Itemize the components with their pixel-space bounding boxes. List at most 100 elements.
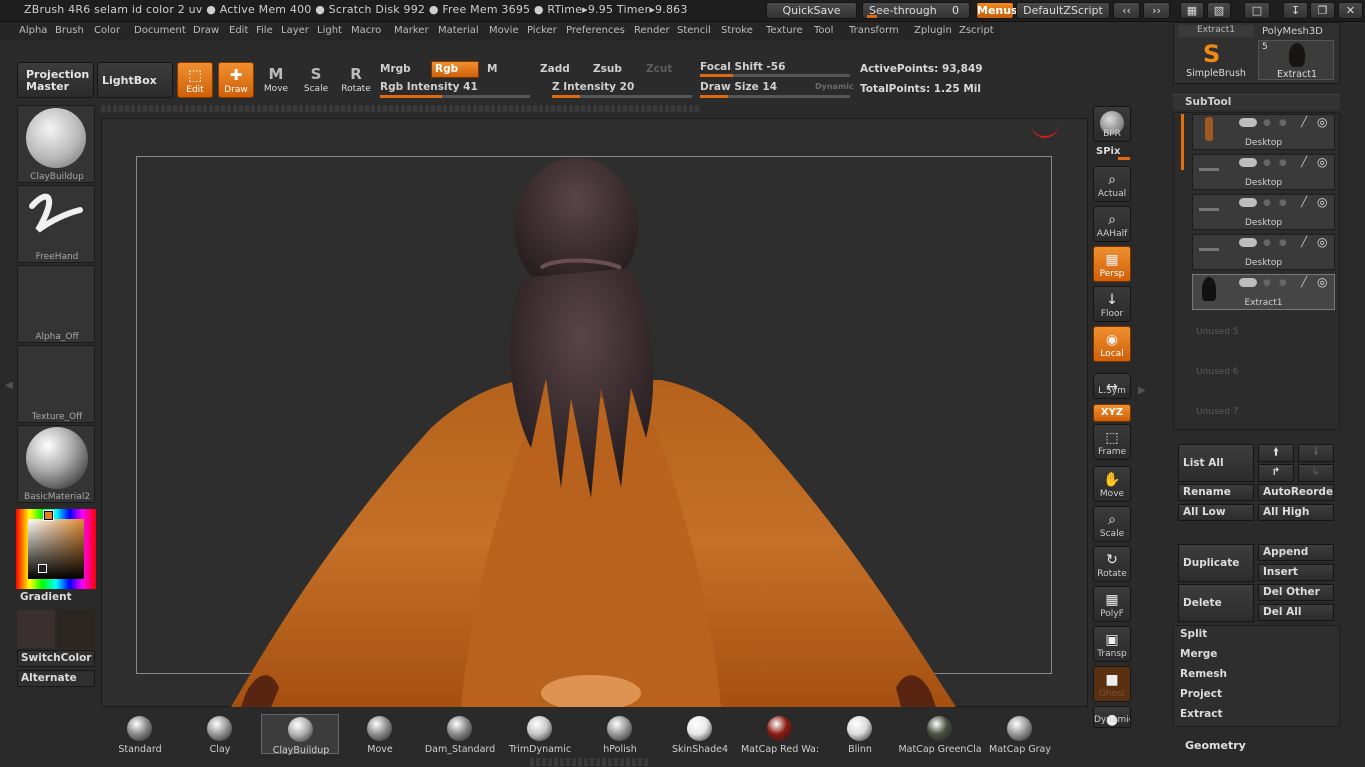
projection-master-button[interactable]: Projection Master bbox=[17, 62, 94, 98]
move-button[interactable]: ✋ Move bbox=[1093, 466, 1131, 502]
menus-button[interactable]: Menus bbox=[976, 2, 1018, 19]
subtool-item[interactable]: ●● ╱ ◎ Desktop bbox=[1192, 194, 1335, 230]
bpr-button[interactable]: ●BPR bbox=[1093, 106, 1131, 142]
color-picker[interactable] bbox=[16, 509, 96, 589]
actual-button[interactable]: ⌕ Actual bbox=[1093, 166, 1131, 202]
menu-picker[interactable]: Picker bbox=[527, 25, 557, 36]
menu-draw[interactable]: Draw bbox=[193, 25, 219, 36]
menu-file[interactable]: File bbox=[256, 25, 273, 36]
menu-texture[interactable]: Texture bbox=[766, 25, 803, 36]
aahalf-button[interactable]: ⌕ AAHalf bbox=[1093, 206, 1131, 242]
layout-icon[interactable]: ▦ bbox=[1180, 2, 1204, 19]
subtool-visibility-eye-icon[interactable]: ◎ bbox=[1317, 155, 1327, 169]
rotate-tool-button[interactable]: R Rotate bbox=[338, 62, 374, 98]
material-item[interactable]: MatCap GreenCla bbox=[898, 714, 982, 755]
close-icon[interactable]: ✕ bbox=[1338, 2, 1363, 19]
texture-slot[interactable]: Texture_Off bbox=[17, 345, 95, 423]
material-item[interactable]: Standard bbox=[101, 714, 179, 755]
project-subpalette[interactable]: Project bbox=[1180, 688, 1222, 700]
arrow-right-down-icon[interactable]: ↳ bbox=[1298, 464, 1334, 482]
material-item[interactable]: MatCap Gray bbox=[981, 714, 1059, 755]
alpha-slot[interactable]: Alpha_Off bbox=[17, 265, 95, 343]
all-high-button[interactable]: All High bbox=[1258, 504, 1334, 521]
subtool-item[interactable]: ●● ╱ ◎ Extract1 bbox=[1192, 274, 1335, 310]
menu-layer[interactable]: Layer bbox=[281, 25, 309, 36]
menu-zplugin[interactable]: Zplugin bbox=[914, 25, 952, 36]
right-collapse-icon[interactable]: ▶ bbox=[1138, 385, 1146, 396]
menu-material[interactable]: Material bbox=[438, 25, 479, 36]
xyz-button[interactable]: XYZ bbox=[1093, 404, 1131, 422]
material-slot[interactable]: BasicMaterial2 bbox=[17, 425, 95, 503]
see-through-slider[interactable]: See-through 0 bbox=[862, 2, 970, 19]
layout-alt-icon[interactable]: ▧ bbox=[1207, 2, 1231, 19]
subtool-scrollbar[interactable] bbox=[1181, 114, 1184, 170]
subtool-polypaint-icon[interactable]: ╱ bbox=[1301, 157, 1307, 168]
gradient-button[interactable]: Gradient bbox=[17, 590, 95, 607]
extract-subpalette[interactable]: Extract bbox=[1180, 708, 1222, 720]
menu-stroke[interactable]: Stroke bbox=[721, 25, 753, 36]
menu-zscript[interactable]: Zscript bbox=[959, 25, 994, 36]
alternate-button[interactable]: Alternate bbox=[17, 670, 95, 687]
dynamic-button[interactable]: ● Dynamic bbox=[1093, 706, 1131, 728]
lsym-button[interactable]: ↔ L.Sym bbox=[1093, 373, 1131, 399]
stroke-slot[interactable]: FreeHand bbox=[17, 185, 95, 263]
main-color-swatch[interactable] bbox=[17, 610, 55, 648]
material-item[interactable]: ClayBuildup bbox=[261, 714, 339, 756]
material-item[interactable]: hPolish bbox=[581, 714, 659, 755]
menu-preferences[interactable]: Preferences bbox=[566, 25, 625, 36]
subtool-toggle-icon[interactable] bbox=[1239, 158, 1257, 167]
del-other-button[interactable]: Del Other bbox=[1258, 584, 1334, 601]
floor-button[interactable]: ↓ Floor bbox=[1093, 286, 1131, 322]
local-button[interactable]: ◉ Local bbox=[1093, 326, 1131, 362]
move-down-icon[interactable]: 🠛 bbox=[1298, 444, 1334, 462]
restore-icon[interactable]: ❐ bbox=[1310, 2, 1335, 19]
subtool-visibility-eye-icon[interactable]: ◎ bbox=[1317, 115, 1327, 129]
focal-shift-slider[interactable]: Focal Shift -56 bbox=[700, 61, 785, 73]
material-item[interactable]: TrimDynamic bbox=[501, 714, 579, 755]
menu-stencil[interactable]: Stencil bbox=[677, 25, 711, 36]
list-all-button[interactable]: List All bbox=[1178, 444, 1254, 482]
delete-button[interactable]: Delete bbox=[1178, 584, 1254, 622]
hue-marker[interactable] bbox=[43, 510, 54, 521]
subtool-polypaint-icon[interactable]: ╱ bbox=[1301, 237, 1307, 248]
dynamic-toggle[interactable]: Dynamic bbox=[815, 82, 854, 91]
autoreorder-button[interactable]: AutoReorder bbox=[1258, 484, 1334, 501]
subtool-options-icon[interactable]: ●● bbox=[1263, 238, 1295, 248]
m-button[interactable]: M bbox=[487, 63, 497, 75]
minimize-icon[interactable]: ↧ bbox=[1283, 2, 1308, 19]
subtool-item[interactable]: ●● ╱ ◎ Desktop bbox=[1192, 234, 1335, 270]
subtool-toggle-icon[interactable] bbox=[1239, 278, 1257, 287]
material-item[interactable]: SkinShade4 bbox=[661, 714, 739, 755]
subtool-options-icon[interactable]: ●● bbox=[1263, 158, 1295, 168]
append-button[interactable]: Append bbox=[1258, 544, 1334, 561]
zsub-button[interactable]: Zsub bbox=[593, 63, 622, 75]
rotate-button[interactable]: ↻ Rotate bbox=[1093, 546, 1131, 582]
scale-button[interactable]: ⌕ Scale bbox=[1093, 506, 1131, 542]
sv-marker[interactable] bbox=[38, 564, 47, 573]
subtool-polypaint-icon[interactable]: ╱ bbox=[1301, 117, 1307, 128]
menu-marker[interactable]: Marker bbox=[394, 25, 429, 36]
brush-slot[interactable]: ClayBuildup bbox=[17, 105, 95, 183]
move-tool-button[interactable]: M Move bbox=[258, 62, 294, 98]
z-intensity-slider[interactable]: Z Intensity 20 bbox=[552, 81, 634, 93]
subtool-toggle-icon[interactable] bbox=[1239, 198, 1257, 207]
bottom-collapse-handle[interactable] bbox=[530, 758, 650, 766]
hide-left-icon[interactable]: ‹‹ bbox=[1113, 2, 1140, 19]
move-up-icon[interactable]: 🠙 bbox=[1258, 444, 1294, 462]
subtool-options-icon[interactable]: ●● bbox=[1263, 198, 1295, 208]
lightbox-button[interactable]: LightBox bbox=[97, 62, 173, 98]
rgb-intensity-slider[interactable]: Rgb Intensity 41 bbox=[380, 81, 478, 93]
subtool-item[interactable]: ●● ╱ ◎ Desktop bbox=[1192, 114, 1335, 150]
subtool-unused-slot[interactable]: Unused 7 bbox=[1196, 407, 1239, 417]
material-item[interactable]: Blinn bbox=[821, 714, 899, 755]
menu-render[interactable]: Render bbox=[634, 25, 670, 36]
material-item[interactable]: Dam_Standard bbox=[421, 714, 499, 755]
ghost-button[interactable]: ■ Ghost bbox=[1093, 666, 1131, 702]
all-low-button[interactable]: All Low bbox=[1178, 504, 1254, 521]
draw-size-slider[interactable]: Draw Size 14 bbox=[700, 81, 777, 93]
subtool-toggle-icon[interactable] bbox=[1239, 238, 1257, 247]
menu-color[interactable]: Color bbox=[94, 25, 120, 36]
tool-extract1[interactable]: 5 Extract1 bbox=[1258, 40, 1334, 80]
menu-light[interactable]: Light bbox=[317, 25, 342, 36]
menu-tool[interactable]: Tool bbox=[814, 25, 833, 36]
